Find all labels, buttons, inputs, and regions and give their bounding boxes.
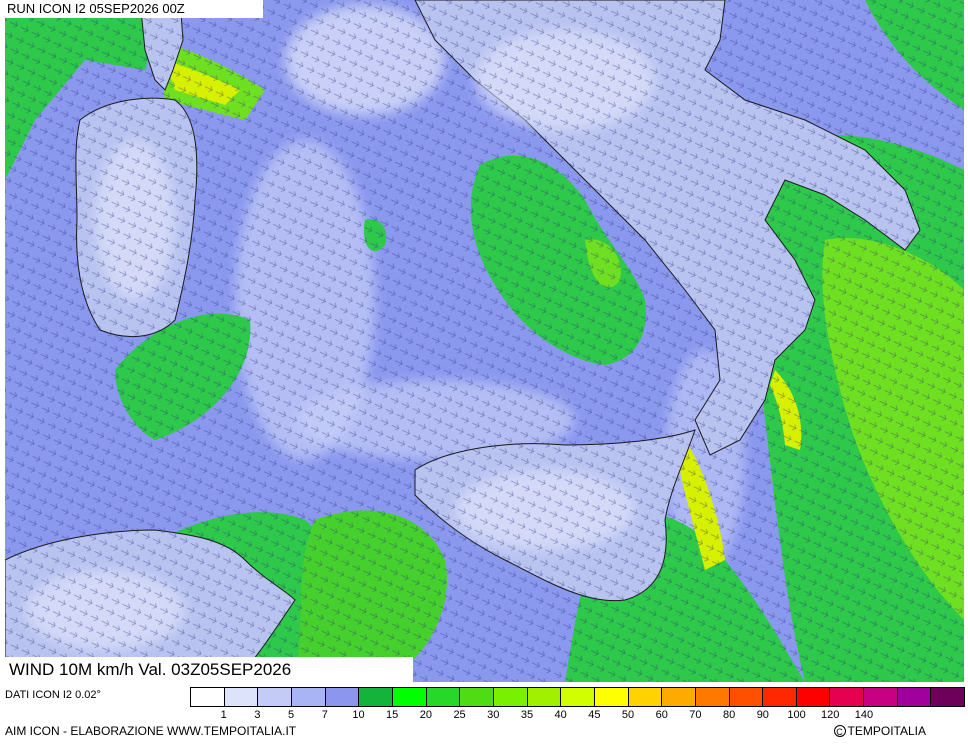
legend-swatch — [628, 688, 663, 706]
legend-swatch — [527, 688, 562, 706]
color-legend-bar — [190, 687, 965, 707]
legend-swatch — [897, 688, 932, 706]
legend-tick-label: 35 — [520, 709, 534, 721]
legend-swatch — [359, 688, 393, 706]
legend-tick-label: 140 — [854, 709, 874, 721]
legend-swatch — [662, 688, 696, 706]
legend-swatch — [191, 688, 225, 706]
legend-swatch — [291, 688, 326, 706]
legend-swatch — [695, 688, 730, 706]
legend-tick-label: 30 — [487, 709, 500, 721]
legend-ticks: 1 3 5 7 10 15 20 25 30 35 40 45 50 60 70 80 90 100 120 140 — [190, 709, 965, 723]
legend-swatch — [864, 688, 898, 706]
wind-map — [5, 0, 964, 682]
legend-swatch — [460, 688, 494, 706]
legend-swatch — [325, 688, 360, 706]
legend-tick-label: 50 — [621, 709, 635, 721]
legend-tick-label: 1 — [220, 709, 227, 721]
legend-swatch — [830, 688, 865, 706]
legend-tick-label: 120 — [821, 709, 840, 721]
legend-swatch — [493, 688, 528, 706]
variable-title: WIND 10M km/h Val. 03Z05SEP2026 — [5, 657, 413, 682]
legend-tick-label: 15 — [386, 709, 399, 721]
wind-vector-icon — [5, 0, 964, 682]
legend-tick-label: 7 — [321, 709, 328, 721]
legend-tick-label: 100 — [787, 709, 806, 721]
legend-tick-label: 5 — [288, 709, 295, 721]
legend-tick-label: 3 — [254, 709, 261, 721]
legend-tick-label: 70 — [689, 709, 702, 721]
legend-swatch — [224, 688, 259, 706]
legend-swatch — [426, 688, 461, 706]
legend-tick-label: 80 — [723, 709, 736, 721]
legend-tick-label: 20 — [419, 709, 432, 721]
legend-tick-label: 10 — [352, 709, 365, 721]
data-source-label: DATI ICON I2 0.02° — [5, 689, 101, 701]
legend-swatch — [392, 688, 427, 706]
legend-tick-label: 25 — [453, 709, 466, 721]
credit-left: AIM ICON - ELABORAZIONE WWW.TEMPOITALIA.… — [5, 724, 297, 738]
credit-right-text: TEMPOITALIA — [847, 724, 926, 738]
legend-swatch — [796, 688, 831, 706]
legend-swatch — [729, 688, 764, 706]
legend-swatch — [763, 688, 797, 706]
legend-tick-label: 40 — [554, 709, 567, 721]
legend-tick-label: 60 — [655, 709, 668, 721]
legend-swatch — [594, 688, 629, 706]
legend-swatch — [561, 688, 595, 706]
run-title: RUN ICON I2 05SEP2026 00Z — [5, 0, 263, 18]
legend-swatch — [931, 688, 965, 706]
credit-right: C TEMPOITALIA — [833, 724, 926, 738]
legend-swatch — [258, 688, 292, 706]
legend-tick-label: 90 — [756, 709, 769, 721]
legend-tick-label: 45 — [588, 709, 601, 721]
map-canvas — [5, 0, 964, 682]
copyright-icon: C — [833, 725, 846, 737]
